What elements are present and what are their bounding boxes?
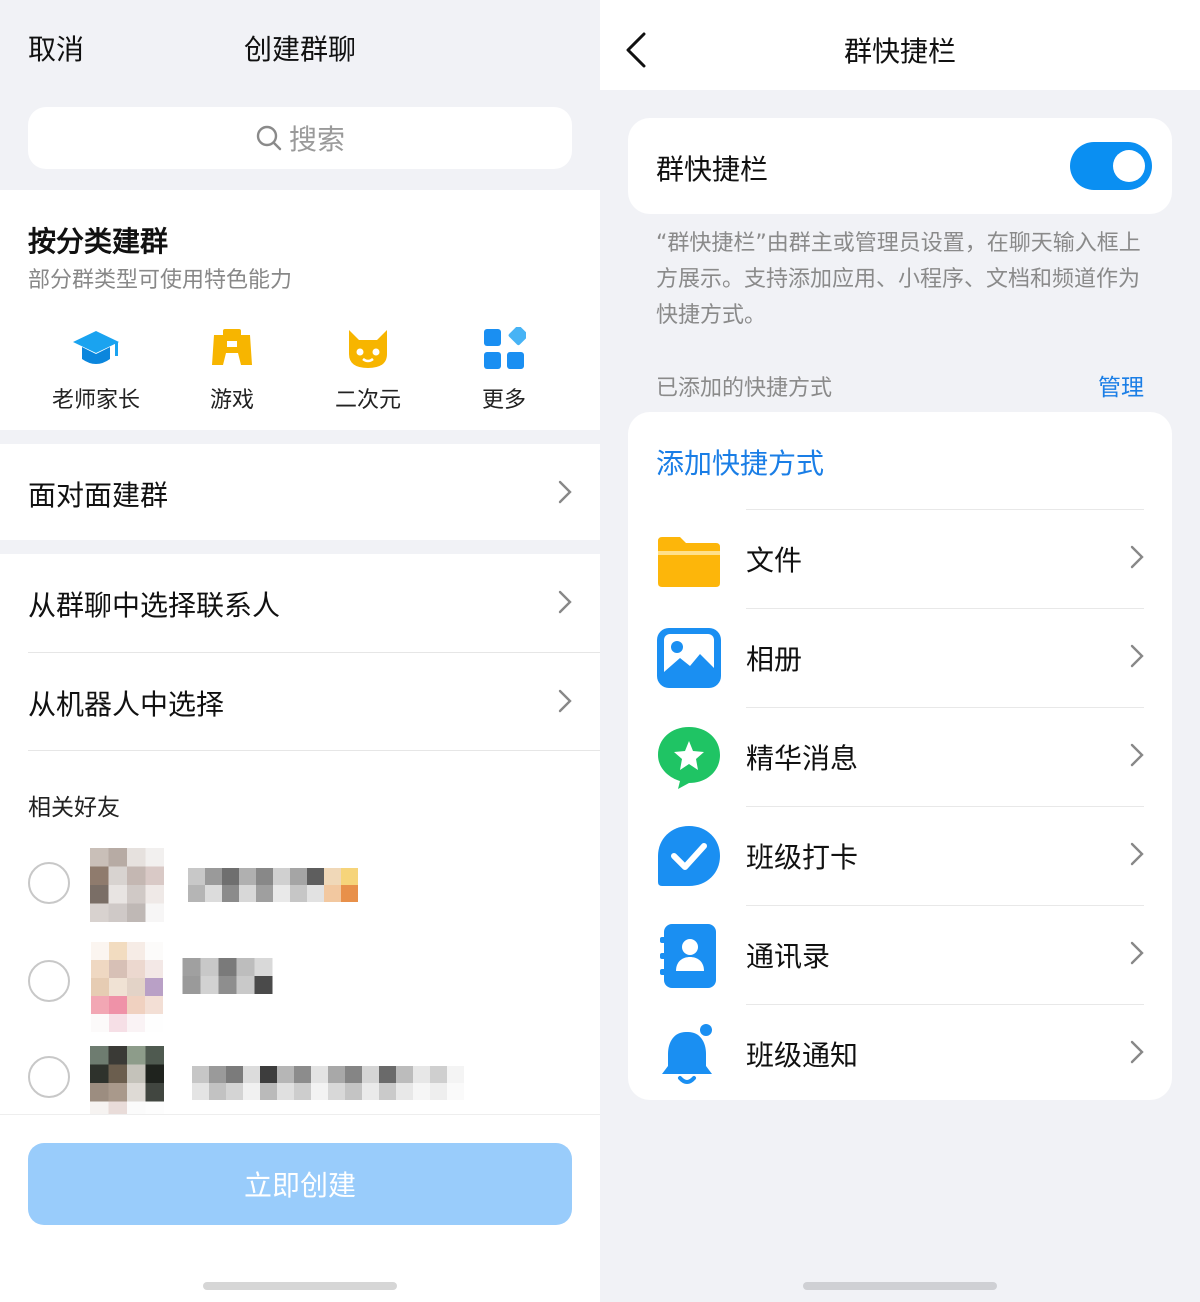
contacts-icon xyxy=(660,924,716,988)
shortcut-name: 班级打卡 xyxy=(746,841,859,874)
shortcut-name: 文件 xyxy=(746,544,803,577)
home-indicator xyxy=(203,1282,397,1290)
category-teacher-parent[interactable]: 老师家长 xyxy=(28,328,164,414)
friend-row[interactable] xyxy=(0,936,600,1032)
chevron-right-icon xyxy=(1130,941,1144,965)
graduation-cap-icon xyxy=(73,331,119,364)
divider xyxy=(746,608,1144,609)
shortcut-item-checkin[interactable]: 班级打卡 xyxy=(628,806,1172,904)
chevron-right-icon xyxy=(1130,545,1144,569)
select-radio[interactable] xyxy=(28,960,70,1002)
search-icon xyxy=(256,125,282,151)
face-to-face-row[interactable]: 面对面建群 xyxy=(0,444,600,540)
select-radio[interactable] xyxy=(28,1056,70,1098)
checkin-icon xyxy=(658,826,720,886)
gamepad-icon xyxy=(212,329,252,365)
switch-knob xyxy=(1113,150,1145,182)
avatar xyxy=(91,942,163,1032)
section-gap xyxy=(0,430,600,444)
avatar xyxy=(90,1046,164,1120)
top-bar: 群快捷栏 xyxy=(600,0,1200,90)
toggle-label: 群快捷栏 xyxy=(656,153,769,186)
create-group-screen: 取消 创建群聊 搜索 按分类建群 部分群类型可使用特色能力 老师家长 游戏 二次… xyxy=(0,0,600,1302)
section-gap xyxy=(0,540,600,554)
apps-grid-icon xyxy=(484,327,526,369)
group-shortcut-screen: 群快捷栏 群快捷栏 “群快捷栏”由群主或管理员设置，在聊天输入框上方展示。支持添… xyxy=(600,0,1200,1302)
category-title: 按分类建群 xyxy=(28,225,169,258)
select-from-group-row[interactable]: 从群聊中选择联系人 xyxy=(0,554,600,650)
avatar xyxy=(90,848,164,922)
chevron-right-icon xyxy=(1130,842,1144,866)
category-section: 按分类建群 部分群类型可使用特色能力 老师家长 游戏 二次元 更多 xyxy=(0,190,600,430)
category-label: 二次元 xyxy=(334,388,401,413)
star-message-icon xyxy=(658,727,720,789)
shortcut-name: 班级通知 xyxy=(746,1039,859,1072)
shortcut-name: 通讯录 xyxy=(746,940,831,973)
category-label: 更多 xyxy=(481,388,526,413)
blurred-name xyxy=(188,868,358,902)
cat-face-icon xyxy=(349,330,387,368)
folder-icon xyxy=(658,537,720,587)
chevron-right-icon xyxy=(558,590,572,614)
shortcut-item-album[interactable]: 相册 xyxy=(628,608,1172,706)
select-from-robot-row[interactable]: 从机器人中选择 xyxy=(0,653,600,749)
row-label: 从群聊中选择联系人 xyxy=(28,589,281,622)
category-label: 老师家长 xyxy=(51,388,140,413)
photo-album-icon xyxy=(657,628,721,688)
bottom-action-area: 立即创建 xyxy=(0,1114,600,1302)
divider xyxy=(746,509,1144,510)
added-shortcuts-label: 已添加的快捷方式 xyxy=(656,376,833,401)
shortcut-name: 精华消息 xyxy=(746,742,859,775)
select-radio[interactable] xyxy=(28,862,70,904)
shortcut-toggle-card: 群快捷栏 xyxy=(628,118,1172,214)
chevron-right-icon xyxy=(1130,1040,1144,1064)
bell-icon xyxy=(662,1024,712,1084)
row-label: 从机器人中选择 xyxy=(28,688,225,721)
divider xyxy=(28,750,600,751)
shortcut-item-file[interactable]: 文件 xyxy=(628,509,1172,607)
shortcut-item-essence[interactable]: 精华消息 xyxy=(628,707,1172,805)
shortcut-list-card: 添加快捷方式 文件 相册 精华消息 班级打卡 通讯录 班级通知 xyxy=(628,412,1172,1100)
search-area: 搜索 xyxy=(0,92,600,190)
friend-row[interactable] xyxy=(0,838,600,928)
search-placeholder: 搜索 xyxy=(288,123,345,156)
shortcut-item-contacts[interactable]: 通讯录 xyxy=(628,905,1172,1003)
manage-link[interactable]: 管理 xyxy=(1098,368,1144,402)
category-more[interactable]: 更多 xyxy=(436,327,572,414)
page-title: 创建群聊 xyxy=(243,33,356,66)
chevron-right-icon xyxy=(558,689,572,713)
divider xyxy=(746,806,1144,807)
add-shortcut-link[interactable]: 添加快捷方式 xyxy=(656,442,824,482)
divider xyxy=(746,905,1144,906)
page-title: 群快捷栏 xyxy=(843,35,956,68)
home-indicator xyxy=(803,1282,997,1290)
top-bar: 取消 创建群聊 xyxy=(0,0,600,92)
chevron-right-icon xyxy=(1130,743,1144,767)
shortcut-name: 相册 xyxy=(746,643,803,676)
shortcut-toggle-switch[interactable] xyxy=(1070,142,1152,190)
divider xyxy=(746,1004,1144,1005)
search-input[interactable]: 搜索 xyxy=(28,107,572,169)
category-game[interactable]: 游戏 xyxy=(164,328,300,414)
divider xyxy=(746,707,1144,708)
friend-row[interactable] xyxy=(0,1034,600,1124)
row-label: 面对面建群 xyxy=(28,479,169,512)
related-friends-label: 相关好友 xyxy=(28,795,120,821)
create-now-button[interactable]: 立即创建 xyxy=(28,1143,572,1225)
chevron-right-icon xyxy=(1130,644,1144,668)
category-subtitle: 部分群类型可使用特色能力 xyxy=(28,268,293,293)
shortcut-item-notice[interactable]: 班级通知 xyxy=(628,1004,1172,1102)
blurred-name xyxy=(182,958,273,994)
category-anime[interactable]: 二次元 xyxy=(300,328,436,414)
category-label: 游戏 xyxy=(209,388,254,413)
chevron-right-icon xyxy=(558,480,572,504)
blurred-name xyxy=(192,1066,464,1100)
shortcut-description: “群快捷栏”由群主或管理员设置，在聊天输入框上方展示。支持添加应用、小程序、文档… xyxy=(656,231,1141,328)
